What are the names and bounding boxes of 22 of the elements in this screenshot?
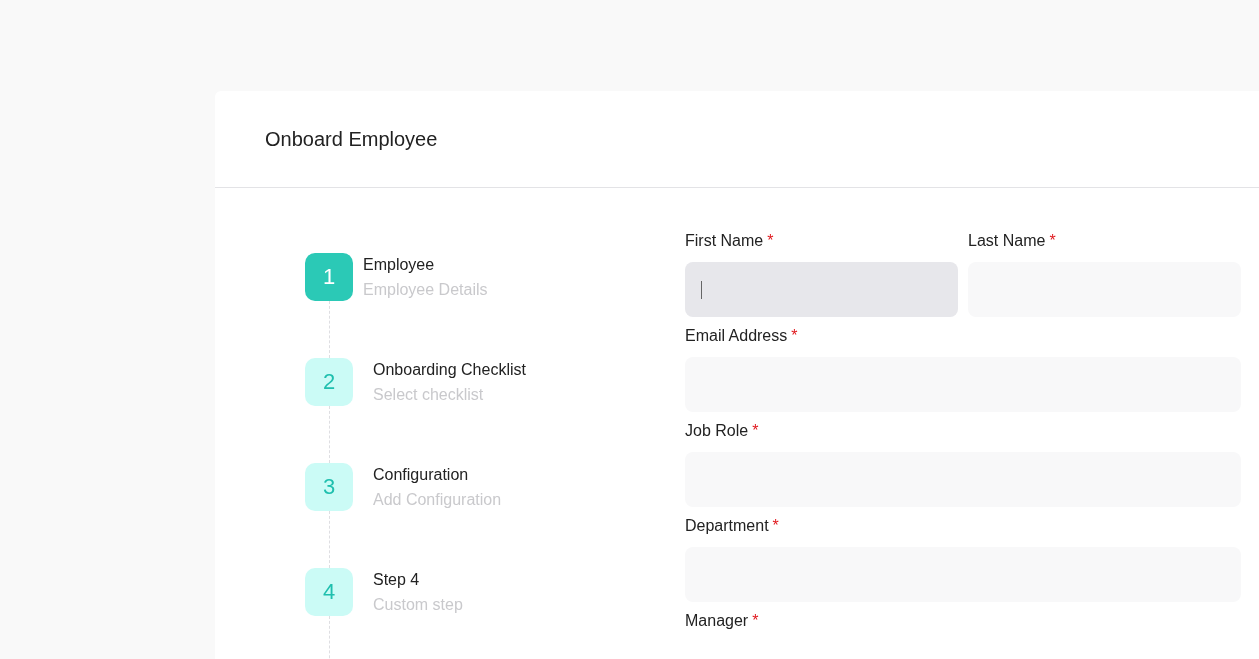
step-number[interactable]: 3 bbox=[305, 463, 353, 511]
step-title: Onboarding Checklist bbox=[373, 360, 526, 379]
step-number[interactable]: 1 bbox=[305, 253, 353, 301]
required-mark: * bbox=[752, 422, 759, 440]
field-label: Department bbox=[685, 517, 769, 535]
field-label: Last Name bbox=[968, 232, 1046, 250]
required-mark: * bbox=[791, 327, 798, 345]
input-field[interactable] bbox=[685, 262, 958, 317]
field-label: First Name bbox=[685, 232, 764, 250]
required-mark: * bbox=[752, 612, 759, 630]
step-number[interactable]: 4 bbox=[305, 568, 353, 616]
required-mark: * bbox=[772, 517, 779, 535]
required-mark: * bbox=[1049, 232, 1056, 250]
step-title: Employee bbox=[363, 255, 436, 274]
field-label: Manager bbox=[685, 612, 749, 630]
step-number[interactable]: 2 bbox=[305, 358, 353, 406]
field-label: Job Role bbox=[685, 422, 749, 440]
page-title: Onboard Employee bbox=[265, 127, 438, 151]
step-title: Step 4 bbox=[373, 570, 421, 589]
field-label: Email Address bbox=[685, 327, 788, 345]
step-title: Configuration bbox=[373, 465, 470, 484]
required-mark: * bbox=[767, 232, 774, 250]
